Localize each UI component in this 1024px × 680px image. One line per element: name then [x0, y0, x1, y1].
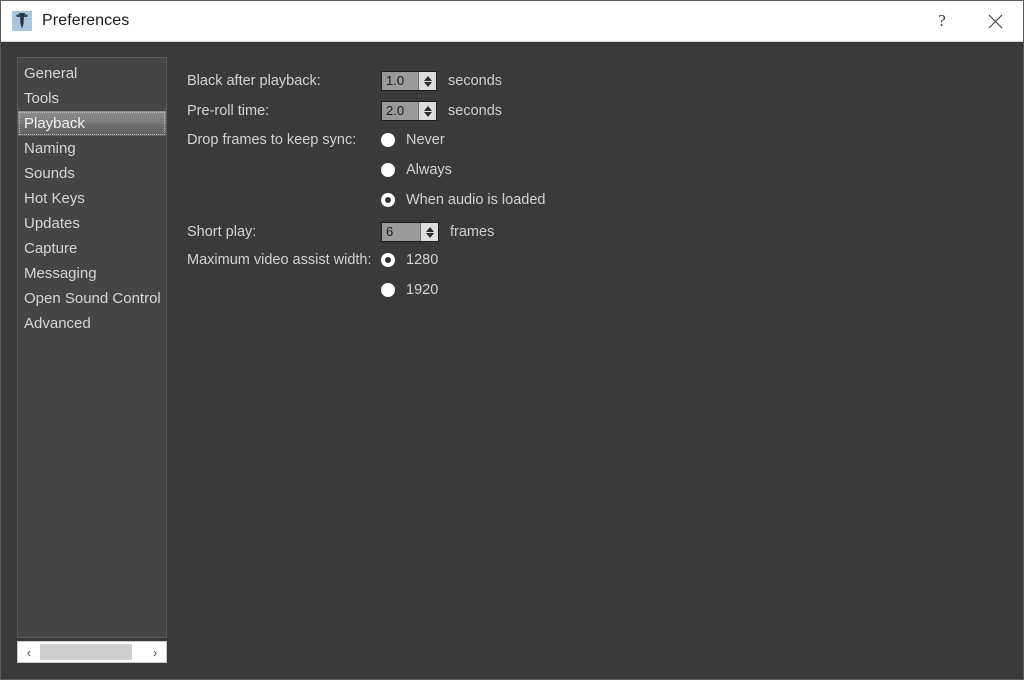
app-icon	[12, 11, 32, 31]
sidebar-horizontal-scrollbar[interactable]: ‹ ›	[17, 641, 167, 663]
radio-always-label: Always	[406, 162, 452, 178]
spinner-down-icon[interactable]	[425, 232, 434, 238]
pre-roll-time-value[interactable]: 2.0	[382, 102, 418, 120]
radio-1920-label: 1920	[406, 282, 439, 298]
spinner-down-icon[interactable]	[423, 111, 432, 117]
spinner-arrows-icon[interactable]	[418, 102, 436, 120]
spinner-down-icon[interactable]	[423, 81, 432, 87]
radio-1920-icon[interactable]	[381, 283, 395, 297]
max-width-option-1280[interactable]: 1280	[381, 252, 438, 268]
pre-roll-time-label: Pre-roll time:	[187, 103, 270, 119]
sidebar-item-tools[interactable]: Tools	[18, 86, 166, 111]
spinner-arrows-icon[interactable]	[420, 223, 438, 241]
sidebar-item-sounds[interactable]: Sounds	[18, 161, 166, 186]
row-short-play: Short play: 6 frames	[187, 222, 494, 242]
radio-never-label: Never	[406, 132, 445, 148]
help-button[interactable]: ?	[919, 1, 965, 41]
close-icon[interactable]	[965, 1, 1023, 41]
short-play-label: Short play:	[187, 224, 257, 240]
sidebar-item-open-sound-control[interactable]: Open Sound Control	[18, 286, 166, 311]
row-black-after-playback: Black after playback: 1.0 seconds	[187, 71, 502, 91]
radio-always-icon[interactable]	[381, 163, 395, 177]
drop-frames-option-never[interactable]: Never	[381, 132, 445, 148]
sidebar-item-naming[interactable]: Naming	[18, 136, 166, 161]
sidebar-item-capture[interactable]: Capture	[18, 236, 166, 261]
max-width-option-1920[interactable]: 1920	[381, 282, 438, 298]
max-video-assist-width-label: Maximum video assist width:	[187, 252, 372, 268]
window-title: Preferences	[42, 12, 130, 29]
black-after-playback-label: Black after playback:	[187, 73, 321, 89]
scroll-left-icon[interactable]: ‹	[18, 642, 40, 662]
radio-1920-line[interactable]: 1920	[381, 282, 438, 298]
row-pre-roll-time: Pre-roll time: 2.0 seconds	[187, 101, 502, 121]
radio-1280-icon[interactable]	[381, 253, 395, 267]
sidebar-item-hot-keys[interactable]: Hot Keys	[18, 186, 166, 211]
radio-never-icon[interactable]	[381, 133, 395, 147]
drop-frames-label: Drop frames to keep sync:	[187, 132, 357, 148]
pre-roll-time-spinner[interactable]: 2.0	[381, 101, 437, 121]
pre-roll-time-unit: seconds	[448, 103, 503, 119]
sidebar-item-general[interactable]: General	[18, 61, 166, 86]
scrollbar-track[interactable]	[40, 642, 144, 662]
row-drop-frames-label: Drop frames to keep sync: Never	[187, 132, 445, 148]
short-play-value[interactable]: 6	[382, 223, 420, 241]
radio-when-audio-is-loaded-label: When audio is loaded	[406, 192, 546, 208]
content-area: General Tools Playback Naming Sounds Hot…	[1, 42, 1023, 679]
spinner-arrows-icon[interactable]	[418, 72, 436, 90]
drop-frames-option-always[interactable]: Always	[381, 162, 452, 178]
title-bar: Preferences ?	[1, 1, 1023, 42]
short-play-spinner[interactable]: 6	[381, 222, 439, 242]
scrollbar-thumb[interactable]	[40, 644, 132, 660]
spinner-up-icon[interactable]	[423, 75, 432, 81]
radio-always-line[interactable]: Always	[381, 162, 452, 178]
short-play-unit: frames	[450, 224, 495, 240]
radio-1280-label: 1280	[406, 252, 439, 268]
sidebar-item-playback[interactable]: Playback	[18, 111, 166, 136]
black-after-playback-unit: seconds	[448, 73, 503, 89]
drop-frames-option-when-audio-is-loaded[interactable]: When audio is loaded	[381, 192, 545, 208]
radio-when-audio-line[interactable]: When audio is loaded	[381, 192, 545, 208]
preferences-window: Preferences ? General Tools Playback Nam…	[0, 0, 1024, 680]
radio-when-audio-is-loaded-icon[interactable]	[381, 193, 395, 207]
scroll-right-icon[interactable]: ›	[144, 642, 166, 662]
sidebar-item-advanced[interactable]: Advanced	[18, 311, 166, 336]
spinner-up-icon[interactable]	[425, 226, 434, 232]
category-list[interactable]: General Tools Playback Naming Sounds Hot…	[17, 57, 167, 638]
spinner-up-icon[interactable]	[423, 105, 432, 111]
black-after-playback-spinner[interactable]: 1.0	[381, 71, 437, 91]
sidebar-item-updates[interactable]: Updates	[18, 211, 166, 236]
black-after-playback-value[interactable]: 1.0	[382, 72, 418, 90]
row-max-video-assist-width: Maximum video assist width: 1280	[187, 252, 438, 268]
sidebar-item-messaging[interactable]: Messaging	[18, 261, 166, 286]
